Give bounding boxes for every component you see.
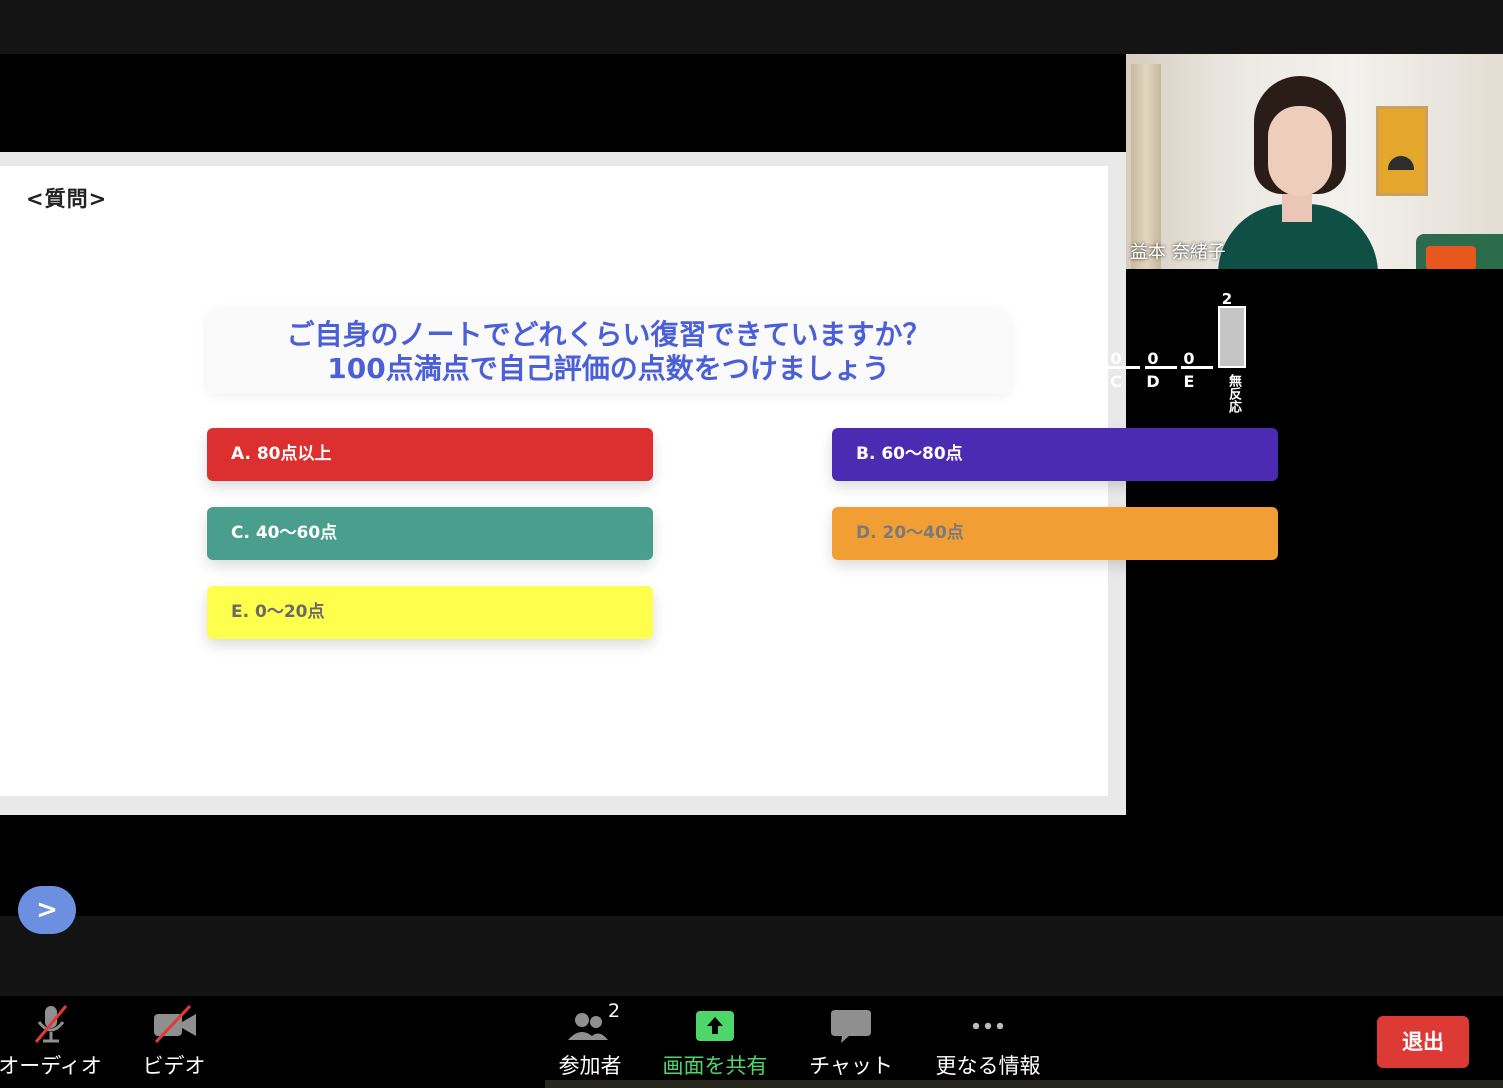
- participant-neck: [1282, 192, 1312, 222]
- poll-baseline-b: [1072, 366, 1104, 369]
- poll-baseline-a: [1036, 366, 1068, 369]
- leave-button[interactable]: 退出: [1377, 1016, 1469, 1068]
- chat-label: チャット: [809, 1054, 893, 1078]
- choice-b[interactable]: B. 60〜80点: [832, 428, 1278, 481]
- next-button[interactable]: >: [18, 886, 76, 934]
- question-box: ご自身のノートでどれくらい復習できていますか？ 100点満点で自己評価の点数をつ…: [207, 310, 1010, 394]
- lower-band: [0, 916, 1503, 996]
- share-screen-icon: [696, 1011, 734, 1041]
- poll-baseline-d: [1145, 366, 1177, 369]
- participant-face: [1268, 106, 1332, 196]
- poll-no-response-bar: [1218, 306, 1246, 368]
- poll-letter-a: A: [1037, 372, 1051, 391]
- video-wall-art: [1376, 106, 1428, 196]
- participants-label: 参加者: [558, 1054, 622, 1078]
- more-label: 更なる情報: [935, 1054, 1041, 1078]
- video-label: ビデオ: [142, 1054, 206, 1078]
- participants-count: 2: [608, 1000, 621, 1022]
- share-screen-label: 画面を共有: [662, 1054, 768, 1078]
- video-camera-off-icon: [154, 1004, 196, 1044]
- chat-button[interactable]: チャット: [781, 996, 921, 1088]
- poll-baseline-e: [1181, 366, 1213, 369]
- choice-c[interactable]: C. 40〜60点: [207, 507, 653, 560]
- more-button[interactable]: 更なる情報: [918, 996, 1058, 1088]
- more-dots-icon: [972, 1022, 1004, 1030]
- slide-heading: <質問>: [26, 187, 108, 211]
- bottom-strip: [545, 1080, 1503, 1088]
- poll-baseline-c: [1108, 366, 1140, 369]
- audio-button[interactable]: オーディオ: [0, 996, 120, 1088]
- poll-no-response-label: 無反応: [1226, 374, 1241, 413]
- poll-letter-c: C: [1110, 372, 1122, 391]
- video-button[interactable]: ビデオ: [104, 996, 244, 1088]
- question-line-2: 100点満点で自己評価の点数をつけましょう: [327, 352, 890, 385]
- microphone-muted-icon: [34, 1005, 68, 1043]
- video-pillow: [1426, 246, 1476, 269]
- participants-button[interactable]: 2 参加者: [520, 996, 660, 1088]
- participant-name: 益本 奈緒子: [1130, 242, 1226, 263]
- question-line-1: ご自身のノートでどれくらい復習できていますか？: [286, 318, 931, 351]
- choice-d[interactable]: D. 20〜40点: [832, 507, 1278, 560]
- choice-a[interactable]: A. 80点以上: [207, 428, 653, 481]
- poll-letter-b: B: [1073, 372, 1087, 391]
- chat-icon: [831, 1010, 871, 1043]
- poll-letter-e: E: [1183, 372, 1195, 391]
- participant-video-tile[interactable]: 益本 奈緒子: [1126, 54, 1503, 269]
- share-screen-button[interactable]: 画面を共有: [645, 996, 785, 1088]
- poll-letter-d: D: [1146, 372, 1160, 391]
- top-bar: [0, 0, 1503, 54]
- slide: [0, 166, 1108, 796]
- choice-e[interactable]: E. 0〜20点: [207, 586, 653, 639]
- audio-label: オーディオ: [0, 1054, 102, 1078]
